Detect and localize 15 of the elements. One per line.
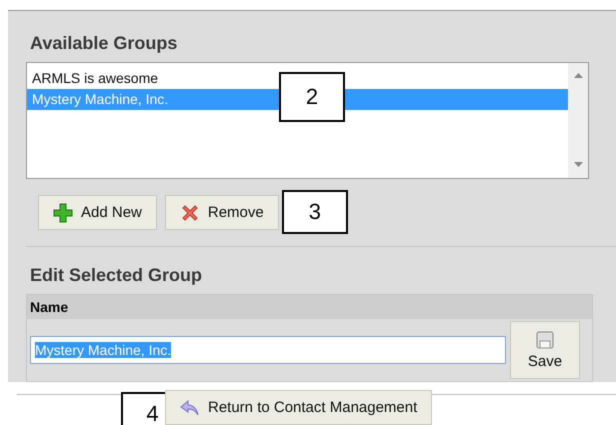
callout-number: 3 <box>282 190 348 234</box>
return-button[interactable]: Return to Contact Management <box>165 390 432 425</box>
callout-number: 2 <box>279 72 345 122</box>
plus-icon <box>53 202 73 222</box>
scroll-up-icon[interactable] <box>574 73 582 79</box>
save-button[interactable]: Save <box>510 321 580 379</box>
x-icon <box>180 202 200 222</box>
back-arrow-icon <box>180 400 200 416</box>
remove-button[interactable]: Remove <box>164 195 279 230</box>
scrollbar[interactable] <box>568 63 588 178</box>
scroll-down-icon[interactable] <box>574 162 582 168</box>
section-title: Edit Selected Group <box>30 265 204 286</box>
add-button[interactable]: Add New <box>38 195 157 230</box>
column-header: Name <box>27 295 592 319</box>
section-title: Available Groups <box>30 33 178 54</box>
